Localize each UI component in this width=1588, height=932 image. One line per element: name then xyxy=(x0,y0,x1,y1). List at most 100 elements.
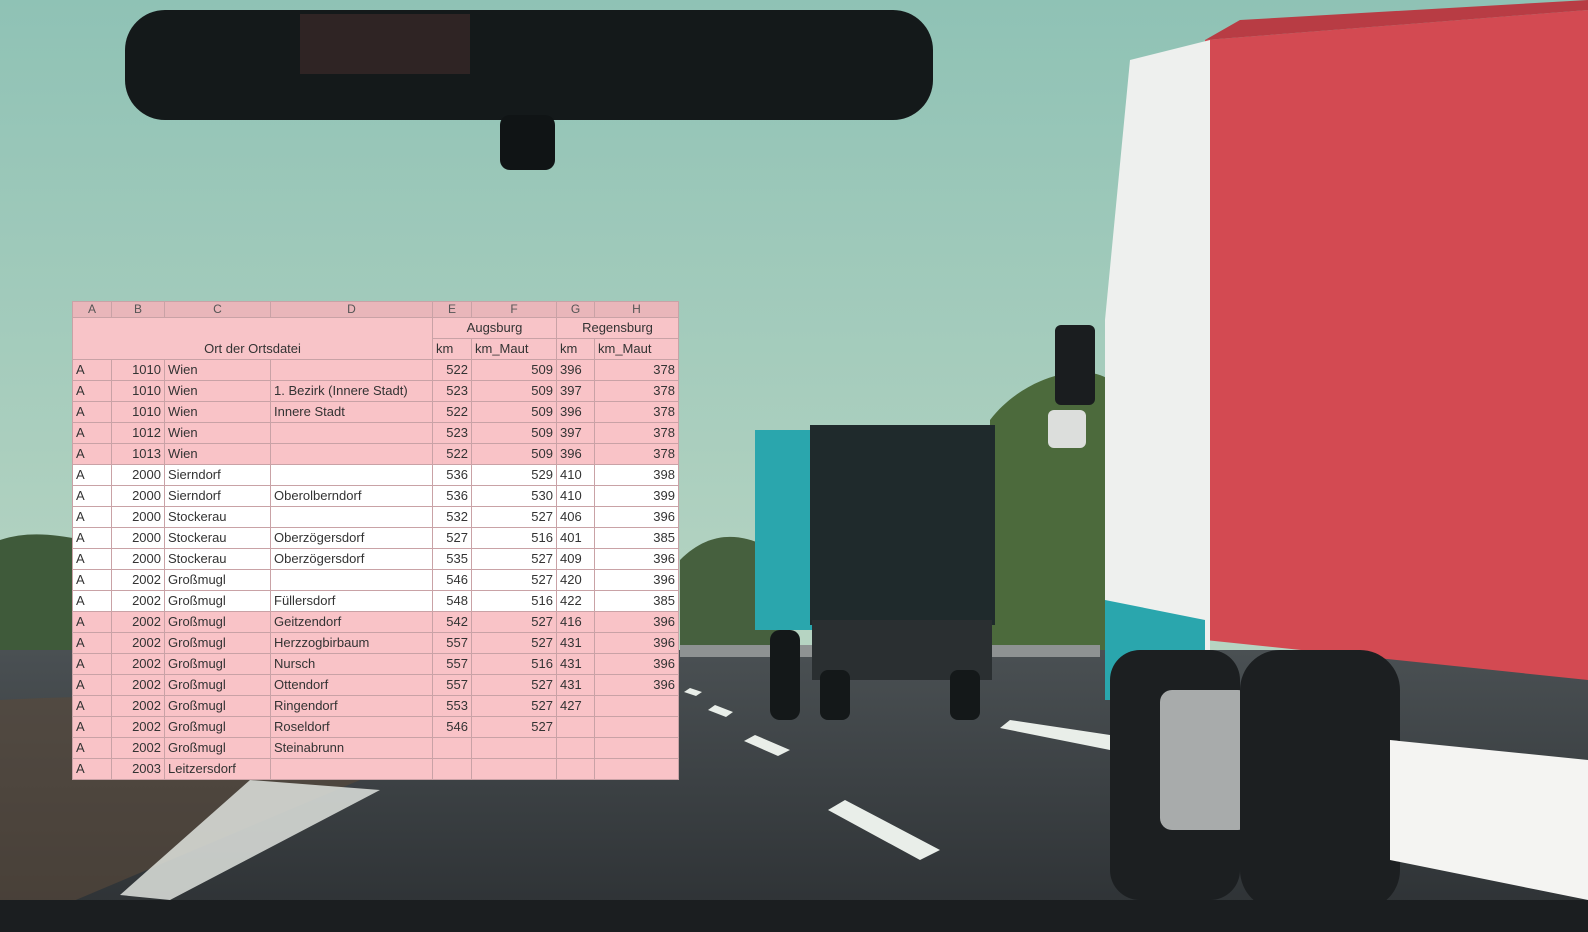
table-row[interactable]: A 2000 Sierndorf 536 529 410 398 xyxy=(72,464,679,486)
cell-g[interactable]: 401 xyxy=(556,527,595,549)
cell-plz[interactable]: 2002 xyxy=(111,590,165,612)
cell-plz[interactable]: 2000 xyxy=(111,527,165,549)
col-letter[interactable]: G xyxy=(556,301,595,318)
cell-ort[interactable]: Großmugl xyxy=(164,653,271,675)
table-row[interactable]: A 2003 Leitzersdorf xyxy=(72,758,679,780)
cell-e[interactable]: 546 xyxy=(432,569,472,591)
cell-f[interactable]: 516 xyxy=(471,527,557,549)
cell-g[interactable]: 409 xyxy=(556,548,595,570)
cell-f[interactable]: 509 xyxy=(471,422,557,444)
cell-plz[interactable]: 1013 xyxy=(111,443,165,465)
cell-ort[interactable]: Wien xyxy=(164,443,271,465)
cell-c[interactable]: A xyxy=(72,506,112,528)
cell-f[interactable]: 527 xyxy=(471,674,557,696)
cell-c[interactable]: A xyxy=(72,359,112,381)
table-row[interactable]: A 2000 Stockerau Oberzögersdorf 535 527 409 396 xyxy=(72,548,679,570)
cell-ortsteil[interactable]: Oberzögersdorf xyxy=(270,527,433,549)
cell-ortsteil[interactable]: Herzzogbirbaum xyxy=(270,632,433,654)
cell-f[interactable]: 527 xyxy=(471,611,557,633)
cell-ortsteil[interactable] xyxy=(270,443,433,465)
cell-ortsteil[interactable]: Nursch xyxy=(270,653,433,675)
cell-f[interactable]: 527 xyxy=(471,695,557,717)
cell-f[interactable] xyxy=(471,758,557,780)
cell-h[interactable] xyxy=(594,716,679,738)
table-row[interactable]: A 2000 Stockerau Oberzögersdorf 527 516 401 385 xyxy=(72,527,679,549)
cell-e[interactable]: 522 xyxy=(432,443,472,465)
cell-c[interactable]: A xyxy=(72,632,112,654)
cell-plz[interactable]: 1010 xyxy=(111,359,165,381)
cell-ortsteil[interactable]: Füllersdorf xyxy=(270,590,433,612)
cell-ort[interactable]: Großmugl xyxy=(164,695,271,717)
table-row[interactable]: A 2002 Großmugl Füllersdorf 548 516 422 385 xyxy=(72,590,679,612)
cell-ortsteil[interactable] xyxy=(270,506,433,528)
cell-ort[interactable]: Wien xyxy=(164,401,271,423)
cell-h[interactable]: 399 xyxy=(594,485,679,507)
cell-e[interactable]: 546 xyxy=(432,716,472,738)
cell-e[interactable] xyxy=(432,737,472,759)
cell-ortsteil[interactable]: 1. Bezirk (Innere Stadt) xyxy=(270,380,433,402)
cell-plz[interactable]: 2000 xyxy=(111,485,165,507)
cell-e[interactable]: 536 xyxy=(432,485,472,507)
cell-e[interactable] xyxy=(432,758,472,780)
cell-h[interactable]: 398 xyxy=(594,464,679,486)
cell-g[interactable]: 396 xyxy=(556,443,595,465)
cell-f[interactable]: 530 xyxy=(471,485,557,507)
cell-ortsteil[interactable]: Roseldorf xyxy=(270,716,433,738)
cell-e[interactable]: 557 xyxy=(432,653,472,675)
table-row[interactable]: A 2002 Großmugl 546 527 420 396 xyxy=(72,569,679,591)
cell-e[interactable]: 527 xyxy=(432,527,472,549)
table-row[interactable]: A 2002 Großmugl Roseldorf 546 527 xyxy=(72,716,679,738)
cell-h[interactable]: 378 xyxy=(594,359,679,381)
cell-plz[interactable]: 2000 xyxy=(111,464,165,486)
cell-plz[interactable]: 1010 xyxy=(111,401,165,423)
cell-ortsteil[interactable] xyxy=(270,758,433,780)
cell-c[interactable]: A xyxy=(72,674,112,696)
cell-c[interactable]: A xyxy=(72,443,112,465)
cell-h[interactable]: 378 xyxy=(594,443,679,465)
cell-g[interactable] xyxy=(556,758,595,780)
cell-c[interactable]: A xyxy=(72,653,112,675)
cell-g[interactable]: 416 xyxy=(556,611,595,633)
cell-h[interactable]: 396 xyxy=(594,548,679,570)
col-letter[interactable]: A xyxy=(72,301,112,318)
cell-ort[interactable]: Wien xyxy=(164,380,271,402)
cell-h[interactable] xyxy=(594,758,679,780)
cell-ortsteil[interactable]: Oberolberndorf xyxy=(270,485,433,507)
cell-f[interactable]: 516 xyxy=(471,653,557,675)
cell-ort[interactable]: Stockerau xyxy=(164,506,271,528)
cell-g[interactable]: 420 xyxy=(556,569,595,591)
table-row[interactable]: A 1010 Wien 1. Bezirk (Innere Stadt) 523 509 3… xyxy=(72,380,679,402)
cell-e[interactable]: 523 xyxy=(432,380,472,402)
cell-e[interactable]: 535 xyxy=(432,548,472,570)
cell-ort[interactable]: Großmugl xyxy=(164,590,271,612)
cell-f[interactable]: 529 xyxy=(471,464,557,486)
table-row[interactable]: A 2000 Stockerau 532 527 406 396 xyxy=(72,506,679,528)
cell-ort[interactable]: Großmugl xyxy=(164,611,271,633)
cell-c[interactable]: A xyxy=(72,737,112,759)
cell-ort[interactable]: Wien xyxy=(164,359,271,381)
cell-ort[interactable]: Großmugl xyxy=(164,674,271,696)
cell-h[interactable]: 378 xyxy=(594,380,679,402)
table-row[interactable]: A 2002 Großmugl Geitzendorf 542 527 416 396 xyxy=(72,611,679,633)
cell-f[interactable]: 527 xyxy=(471,506,557,528)
cell-g[interactable]: 397 xyxy=(556,380,595,402)
cell-ortsteil[interactable]: Ringendorf xyxy=(270,695,433,717)
table-row[interactable]: A 2002 Großmugl Herzzogbirbaum 557 527 431 396 xyxy=(72,632,679,654)
cell-ort[interactable]: Großmugl xyxy=(164,569,271,591)
cell-c[interactable]: A xyxy=(72,716,112,738)
cell-c[interactable]: A xyxy=(72,758,112,780)
cell-ort[interactable]: Wien xyxy=(164,422,271,444)
cell-g[interactable]: 397 xyxy=(556,422,595,444)
cell-c[interactable]: A xyxy=(72,464,112,486)
cell-ort[interactable]: Leitzersdorf xyxy=(164,758,271,780)
table-row[interactable]: A 2000 Sierndorf Oberolberndorf 536 530 410 399 xyxy=(72,485,679,507)
cell-h[interactable]: 378 xyxy=(594,422,679,444)
cell-plz[interactable]: 2002 xyxy=(111,632,165,654)
cell-g[interactable]: 406 xyxy=(556,506,595,528)
cell-plz[interactable]: 1012 xyxy=(111,422,165,444)
cell-ortsteil[interactable] xyxy=(270,464,433,486)
cell-g[interactable] xyxy=(556,716,595,738)
cell-c[interactable]: A xyxy=(72,548,112,570)
cell-ortsteil[interactable]: Oberzögersdorf xyxy=(270,548,433,570)
col-letter[interactable]: E xyxy=(432,301,472,318)
